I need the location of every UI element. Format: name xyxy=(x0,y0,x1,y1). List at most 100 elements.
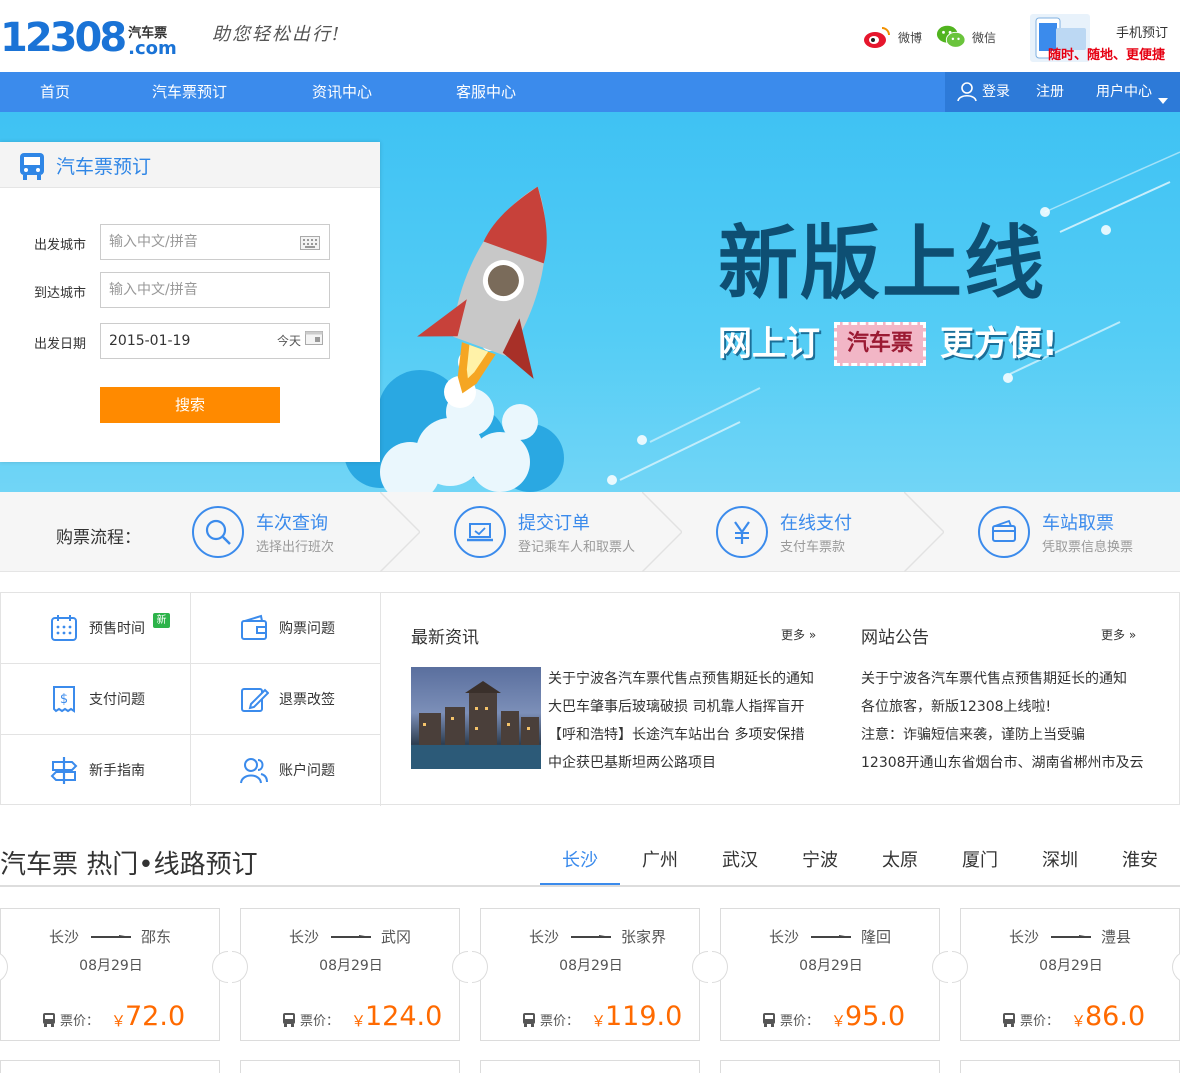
news-item[interactable]: 大巴车肇事后玻璃破损 司机靠人指挥盲开 xyxy=(548,696,804,716)
tab-shenzhen[interactable]: 深圳 xyxy=(1020,836,1100,886)
tab-taiyuan[interactable]: 太原 xyxy=(860,836,940,886)
notice-more-link[interactable]: 更多 » xyxy=(1101,626,1136,643)
chevron-right-icon xyxy=(380,492,420,572)
from-city-label: 出发城市 xyxy=(34,238,87,253)
keyboard-icon[interactable] xyxy=(300,235,320,254)
search-icon xyxy=(192,506,244,558)
price-label: 票价： xyxy=(281,1010,339,1029)
route-date: 08月29日 xyxy=(799,958,863,974)
currency-symbol: ￥ xyxy=(111,1012,127,1030)
help-label: 新手指南 xyxy=(89,763,145,779)
date-input[interactable]: 2015-01-19 今天 xyxy=(100,323,330,359)
help-refund-change[interactable]: 退票改签 xyxy=(191,664,381,735)
route-from: 长沙 xyxy=(1009,928,1040,946)
step-desc: 凭取票信息换票 xyxy=(1042,540,1134,555)
help-beginner-guide[interactable]: 新手指南 xyxy=(1,735,191,806)
double-chevron-icon: » xyxy=(1128,628,1137,642)
price-label-text: 票价： xyxy=(1020,1014,1060,1029)
route-from: 长沙 xyxy=(289,928,320,946)
route-date: 08月29日 xyxy=(1039,958,1103,974)
calendar-icon[interactable] xyxy=(305,324,323,358)
mobile-booking-promo[interactable]: 手机预订 随时、随地、更便捷 xyxy=(1030,12,1180,64)
news-thumbnail[interactable] xyxy=(411,667,541,769)
signpost-icon xyxy=(50,757,78,784)
to-city-row: 到达城市 输入中文/拼音 xyxy=(0,272,380,308)
nav-home[interactable]: 首页 xyxy=(40,72,70,112)
route-price: 95.0 xyxy=(845,1001,906,1032)
nav-service-center[interactable]: 客服中心 xyxy=(456,72,516,112)
route-card[interactable]: 长沙 澧县 08月29日 票价： ￥ 86.0 xyxy=(952,908,1180,1041)
help-label: 账户问题 xyxy=(279,763,335,779)
tab-changsha[interactable]: 长沙 xyxy=(540,836,620,886)
tab-xiamen[interactable]: 厦门 xyxy=(940,836,1020,886)
price-label-text: 票价： xyxy=(300,1014,340,1029)
weibo-label: 微博 xyxy=(898,30,923,45)
new-badge: 新 xyxy=(153,613,170,628)
mobile-tagline: 随时、随地、更便捷 xyxy=(1048,48,1166,63)
currency-symbol: ￥ xyxy=(831,1012,847,1030)
date-label: 出发日期 xyxy=(34,337,87,352)
route-from: 长沙 xyxy=(769,928,800,946)
wechat-link[interactable]: 微信 xyxy=(936,22,996,52)
news-item[interactable]: 关于宁波各汽车票代售点预售期延长的通知 xyxy=(548,668,814,688)
notice-item[interactable]: 关于宁波各汽车票代售点预售期延长的通知 xyxy=(861,668,1127,688)
tab-ningbo[interactable]: 宁波 xyxy=(780,836,860,886)
tab-wuhan[interactable]: 武汉 xyxy=(700,836,780,886)
double-chevron-icon: » xyxy=(808,628,817,642)
user-icon xyxy=(957,82,977,106)
help-presale-time[interactable]: 预售时间 新 xyxy=(1,593,191,664)
weibo-link[interactable]: 微博 xyxy=(862,22,922,52)
nav-bus-booking[interactable]: 汽车票预订 xyxy=(152,72,227,112)
help-purchase-issues[interactable]: 购票问题 xyxy=(191,593,381,664)
news-item[interactable]: 【呼和浩特】长途汽车站出台 多项安保措 xyxy=(548,724,804,744)
bus-icon xyxy=(18,151,46,185)
notice-item[interactable]: 各位旅客，新版12308上线啦! xyxy=(861,696,1051,716)
logo-number: 12308 xyxy=(0,15,127,61)
notice-item[interactable]: 12308开通山东省烟台市、湖南省郴州市及云 xyxy=(861,752,1144,772)
route-price: 119.0 xyxy=(605,1001,683,1032)
step-title: 提交订单 xyxy=(518,513,590,534)
news-title: 最新资讯 xyxy=(411,628,479,648)
nav-news-center[interactable]: 资讯中心 xyxy=(312,72,372,112)
login-link[interactable]: 登录 xyxy=(982,72,1010,112)
route-card[interactable]: 长沙 武冈 08月29日 票价： ￥ 124.0 xyxy=(232,908,468,1041)
route-card[interactable]: 长沙 张家界 08月29日 票价： ￥ 119.0 xyxy=(472,908,708,1041)
bill-dollar-icon: $ xyxy=(53,686,75,713)
register-link[interactable]: 注册 xyxy=(1036,72,1064,112)
user-center-menu[interactable]: 用户中心 xyxy=(1096,72,1152,112)
bus-icon xyxy=(1001,1012,1017,1028)
news-more-link[interactable]: 更多 » xyxy=(781,626,816,643)
tabs-divider xyxy=(0,885,1180,887)
site-logo[interactable]: 12308 汽车票 .com xyxy=(0,14,177,58)
help-label: 支付问题 xyxy=(89,692,145,708)
banner-sub-stamp: 汽车票 xyxy=(834,322,927,366)
route-arrow-icon xyxy=(571,935,611,938)
notice-item[interactable]: 注意：诈骗短信来袭，谨防上当受骗 xyxy=(861,724,1085,744)
wechat-icon xyxy=(936,22,966,52)
route-arrow-icon xyxy=(331,935,371,938)
route-to: 张家界 xyxy=(621,928,667,946)
mobile-title: 手机预订 xyxy=(1116,26,1169,41)
route-date: 08月29日 xyxy=(559,958,623,974)
chevron-right-icon xyxy=(904,492,944,572)
notice-title: 网站公告 xyxy=(861,628,929,648)
logo-domain: .com xyxy=(128,38,177,59)
from-city-input[interactable]: 输入中文/拼音 xyxy=(100,224,330,260)
laptop-icon xyxy=(454,506,506,558)
help-account-issues[interactable]: 账户问题 xyxy=(191,735,381,806)
ticket-card-icon xyxy=(978,506,1030,558)
tab-huaian[interactable]: 淮安 xyxy=(1100,836,1180,886)
step-title: 车站取票 xyxy=(1042,513,1114,534)
weibo-icon xyxy=(862,22,892,52)
route-card[interactable]: 长沙 邵东 08月29日 票价： ￥ 72.0 xyxy=(0,908,228,1041)
to-city-input[interactable]: 输入中文/拼音 xyxy=(100,272,330,308)
help-payment-issues[interactable]: $ 支付问题 xyxy=(1,664,191,735)
banner-subtitle: 网上订 汽车票 更方便! xyxy=(718,322,1058,366)
news-item[interactable]: 中企获巴基斯坦两公路项目 xyxy=(548,752,716,772)
yen-icon xyxy=(716,506,768,558)
search-button[interactable]: 搜索 xyxy=(100,387,280,423)
route-card[interactable]: 长沙 隆回 08月29日 票价： ￥ 95.0 xyxy=(712,908,948,1041)
tab-guangzhou[interactable]: 广州 xyxy=(620,836,700,886)
svg-text:$: $ xyxy=(60,692,68,707)
route-card-partial xyxy=(720,1060,940,1073)
